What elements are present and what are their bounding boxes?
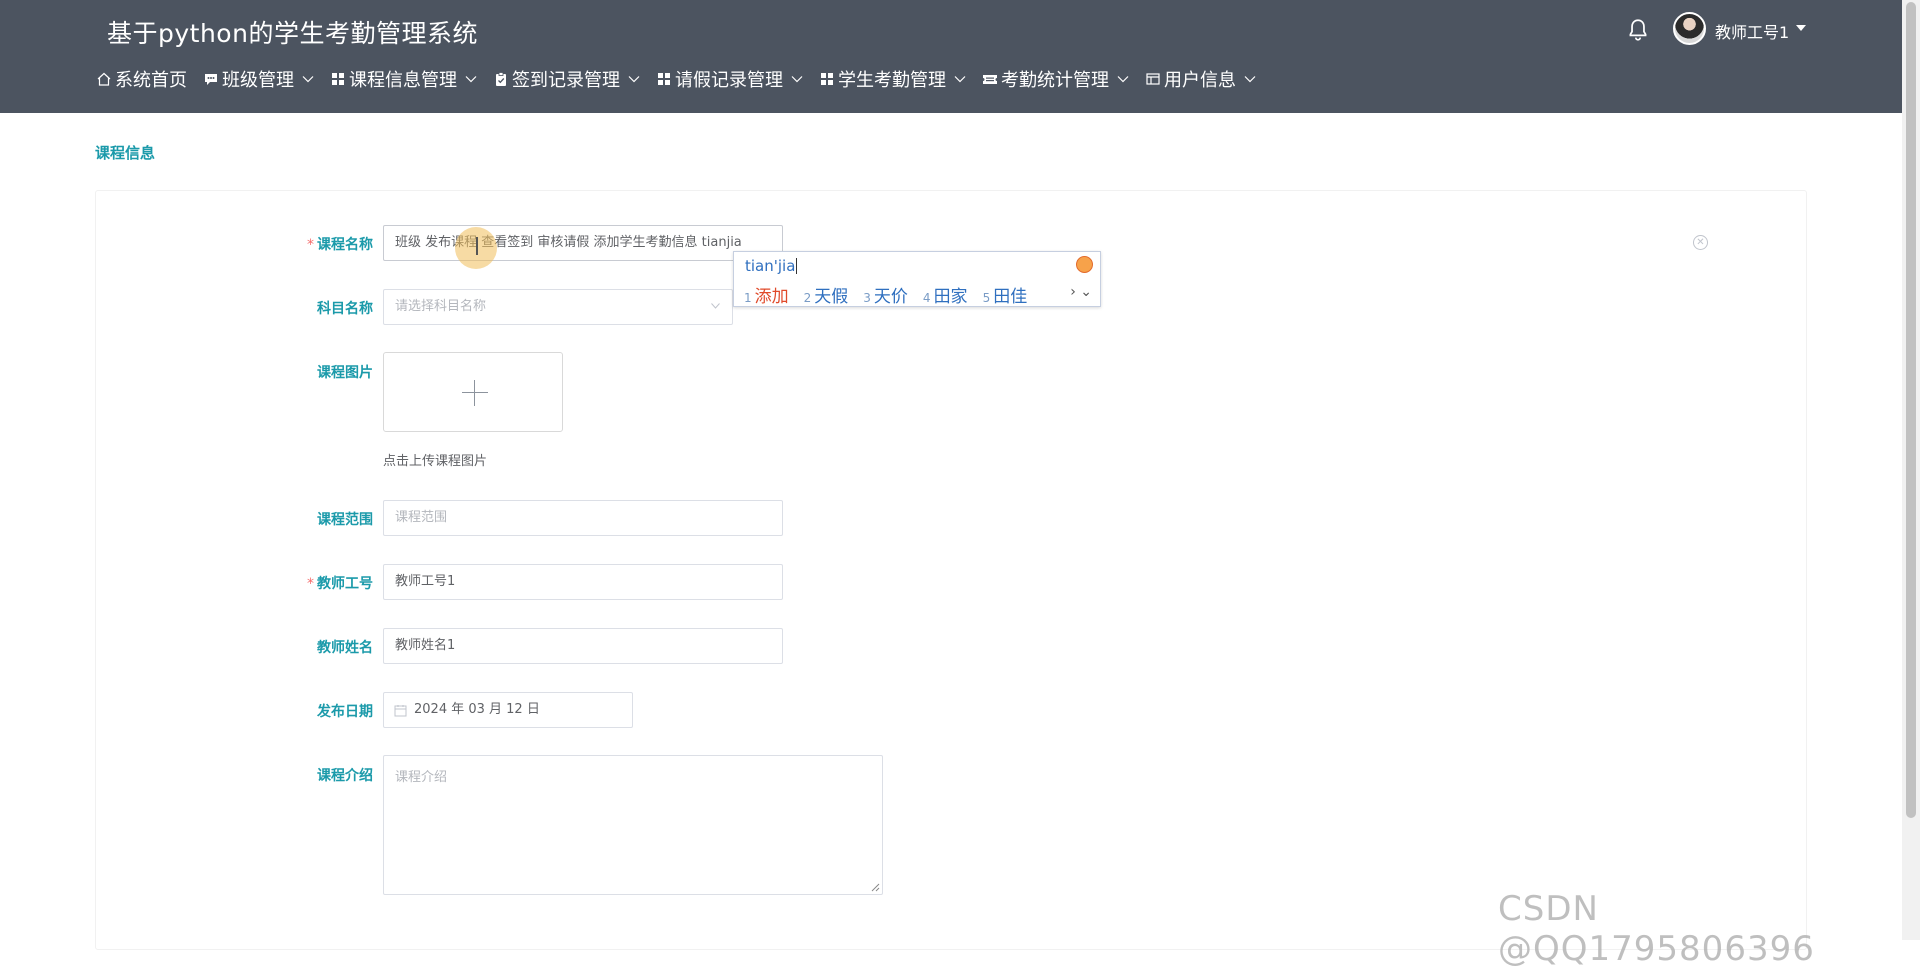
ime-logo-icon[interactable] — [1076, 256, 1093, 273]
nav-item-label: 签到记录管理 — [512, 70, 620, 91]
app-title: 基于python的学生考勤管理系统 — [107, 19, 478, 48]
nav-item-class[interactable]: 班级管理 — [203, 66, 314, 92]
nav-item-label: 系统首页 — [115, 70, 187, 91]
nav-item-attendance[interactable]: 学生考勤管理 — [819, 66, 966, 92]
chevron-down-icon — [465, 76, 477, 83]
nav-item-leave[interactable]: 请假记录管理 — [656, 66, 803, 92]
subject-name-label: 科目名称 — [317, 301, 373, 317]
scrollbar-thumb[interactable] — [1906, 2, 1916, 818]
chevron-down-icon — [791, 76, 803, 83]
teacher-name-input[interactable]: 教师姓名1 — [383, 628, 783, 664]
course-scope-input[interactable]: 课程范围 — [383, 500, 783, 536]
breadcrumb: 课程信息 — [95, 144, 156, 162]
teacher-id-label: * 教师工号 — [307, 576, 373, 592]
subject-name-select[interactable]: 请选择科目名称 — [383, 289, 733, 325]
text-cursor-icon — [476, 237, 478, 255]
chevron-down-icon — [628, 76, 640, 83]
clipboard-icon — [496, 72, 506, 86]
required-mark: * — [307, 237, 314, 253]
ime-candidate[interactable]: 2 天假 — [804, 282, 849, 307]
nav-item-label: 学生考勤管理 — [838, 70, 946, 91]
user-name[interactable]: 教师工号1 — [1715, 19, 1789, 43]
avatar[interactable] — [1673, 12, 1706, 45]
image-upload-button[interactable] — [383, 352, 563, 432]
teacher-id-input[interactable]: 教师工号1 — [383, 564, 783, 600]
grid-icon — [821, 73, 833, 85]
window-icon — [1146, 73, 1160, 85]
ime-candidates: 1 添加 2 天假 3 天价 4 田家 5 田佳 — [744, 282, 1042, 307]
ime-candidate[interactable]: 1 添加 — [744, 282, 789, 307]
ticket-icon — [983, 75, 997, 84]
grid-icon — [658, 73, 670, 85]
nav-item-label: 课程信息管理 — [349, 70, 457, 91]
chevron-down-icon — [1117, 76, 1129, 83]
course-intro-label: 课程介绍 — [317, 768, 373, 784]
course-name-label: * 课程名称 — [307, 237, 373, 253]
publish-date-picker[interactable]: 2024 年 03 月 12 日 — [383, 692, 633, 728]
resize-handle-icon[interactable] — [871, 883, 880, 892]
course-scope-label: 课程范围 — [317, 512, 373, 528]
course-name-input[interactable]: 班级 发布课程 查看签到 审核请假 添加学生考勤信息 tianjia — [383, 225, 783, 261]
home-icon — [97, 72, 111, 86]
upload-hint: 点击上传课程图片 — [383, 454, 488, 469]
caret-down-icon[interactable] — [1796, 25, 1806, 31]
main-nav: 系统首页 班级管理 课程信息管理 签到记录管理 请假记录管理 学生考勤管理 考勤… — [96, 64, 1272, 94]
nav-item-home[interactable]: 系统首页 — [96, 66, 187, 92]
bell-icon[interactable] — [1625, 17, 1651, 43]
nav-item-course-info[interactable]: 课程信息管理 — [330, 66, 477, 92]
chat-icon — [205, 74, 217, 85]
teacher-name-label: 教师姓名 — [317, 640, 373, 656]
close-icon[interactable]: ✕ — [1693, 235, 1708, 250]
top-header: 基于python的学生考勤管理系统 教师工号1 系统首页 班级管理 课程信息管理… — [0, 0, 1902, 113]
nav-item-label: 用户信息 — [1164, 70, 1236, 91]
nav-item-label: 班级管理 — [222, 70, 294, 91]
ime-candidate[interactable]: 4 田家 — [923, 282, 968, 307]
nav-item-label: 考勤统计管理 — [1001, 70, 1109, 91]
chevron-down-icon — [711, 303, 720, 309]
nav-item-user-info[interactable]: 用户信息 — [1145, 66, 1256, 92]
calendar-icon — [394, 705, 407, 717]
course-image-label: 课程图片 — [317, 365, 373, 381]
ime-candidate[interactable]: 3 天价 — [863, 282, 908, 307]
publish-date-label: 发布日期 — [317, 704, 373, 720]
ime-next-page-button[interactable]: › ⌄ — [1070, 284, 1092, 300]
ime-pinyin: tian'jia — [745, 257, 798, 275]
grid-icon — [332, 73, 344, 85]
ime-candidate[interactable]: 5 田佳 — [983, 282, 1028, 307]
chevron-down-icon — [954, 76, 966, 83]
course-intro-textarea[interactable]: 课程介绍 — [383, 755, 883, 895]
scrollbar[interactable] — [1902, 0, 1920, 940]
nav-item-signin[interactable]: 签到记录管理 — [493, 66, 640, 92]
nav-item-label: 请假记录管理 — [675, 70, 783, 91]
required-mark: * — [307, 576, 314, 592]
chevron-down-icon — [302, 76, 314, 83]
chevron-down-icon[interactable]: ⌄ — [1080, 284, 1092, 300]
chevron-down-icon — [1244, 76, 1256, 83]
plus-icon — [462, 392, 488, 393]
ime-candidate-popup: tian'jia 1 添加 2 天假 3 天价 4 田家 5 田佳 › ⌄ — [733, 251, 1101, 307]
watermark: CSDN @QQ1795806396 — [1498, 889, 1815, 969]
nav-item-statistics[interactable]: 考勤统计管理 — [982, 66, 1129, 92]
